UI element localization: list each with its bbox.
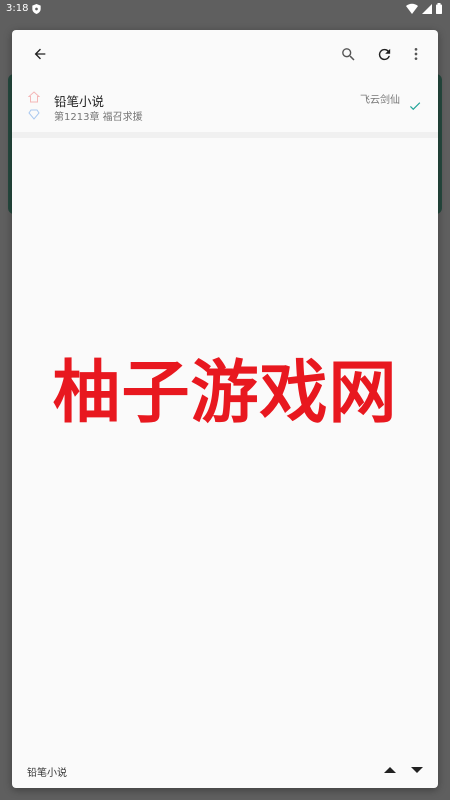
home-icon xyxy=(28,91,40,103)
check-icon xyxy=(409,102,421,111)
back-button[interactable] xyxy=(28,42,52,66)
status-bar: 3:18 xyxy=(0,0,450,18)
source-list-item[interactable]: 铅笔小说 第1213章 福召求援 飞云剑仙 xyxy=(12,86,438,132)
signal-icon xyxy=(422,3,432,14)
more-options-button[interactable] xyxy=(404,42,428,66)
scroll-down-button[interactable] xyxy=(409,762,425,778)
item-subtitle: 第1213章 福召求援 xyxy=(54,112,143,123)
bottom-bar: 铅笔小说 xyxy=(12,752,438,788)
back-arrow-icon xyxy=(34,48,46,60)
watermark-text: 柚子游戏网 xyxy=(52,353,398,433)
diamond-icon xyxy=(28,109,40,120)
battery-icon xyxy=(436,3,442,14)
dialog-toolbar xyxy=(12,30,438,78)
list-divider xyxy=(12,132,438,138)
refresh-button[interactable] xyxy=(372,42,396,66)
scroll-up-button[interactable] xyxy=(382,762,398,778)
refresh-icon xyxy=(378,48,390,60)
wifi-icon xyxy=(406,3,418,14)
item-author: 飞云剑仙 xyxy=(360,95,400,106)
status-time: 3:18 xyxy=(6,3,29,14)
shield-icon xyxy=(32,4,41,14)
chapter-dialog: 铅笔小说 第1213章 福召求援 飞云剑仙 柚子游戏网 铅笔小说 xyxy=(12,30,438,788)
arrow-down-icon xyxy=(411,767,423,773)
search-icon xyxy=(341,47,355,61)
search-button[interactable] xyxy=(336,42,360,66)
bottom-source-label: 铅笔小说 xyxy=(27,768,67,779)
more-vert-icon xyxy=(414,48,418,60)
status-icons xyxy=(406,3,442,14)
arrow-up-icon xyxy=(384,767,396,773)
